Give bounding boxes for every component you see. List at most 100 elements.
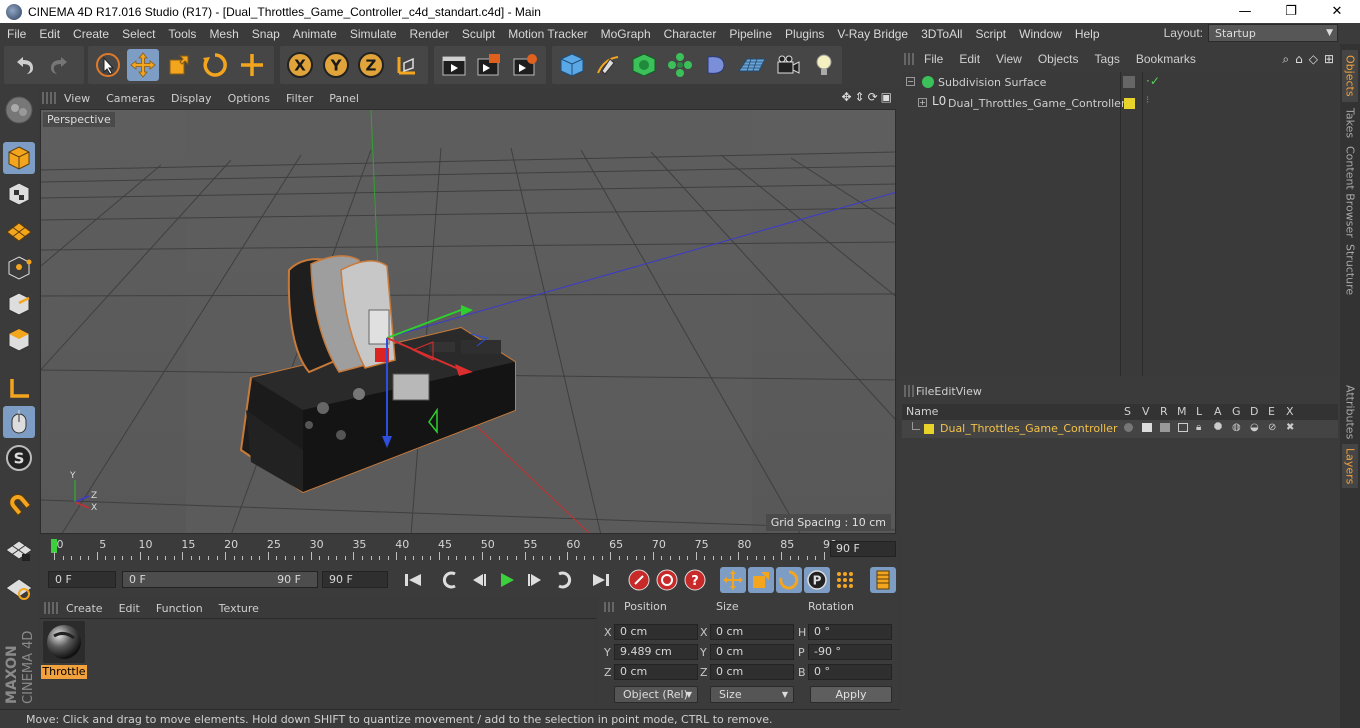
scale-tool-icon[interactable] xyxy=(163,49,195,81)
play-icon[interactable] xyxy=(494,567,520,593)
lock-icon[interactable]: 🔒︎ xyxy=(1196,422,1201,433)
rotation-b-field[interactable]: 0 ° xyxy=(808,664,892,680)
object-row-subdivision-surface[interactable]: − Subdivision Surface ·✓ xyxy=(902,74,1338,94)
rotate-tool-icon[interactable] xyxy=(199,49,231,81)
menu-vray-bridge[interactable]: V-Ray Bridge xyxy=(830,27,914,41)
add-object-transform-icon[interactable] xyxy=(236,49,268,81)
new-window-icon[interactable]: ⊞ xyxy=(1324,52,1334,67)
menu-script[interactable]: Script xyxy=(968,27,1012,41)
menu-mograph[interactable]: MoGraph xyxy=(594,27,657,41)
layer-menu-edit[interactable]: Edit xyxy=(934,385,955,398)
menu-snap[interactable]: Snap xyxy=(245,27,286,41)
key-parameter-icon[interactable]: P xyxy=(804,567,830,593)
edges-mode-icon[interactable] xyxy=(3,288,35,320)
layer-color-swatch[interactable] xyxy=(1124,98,1135,109)
menu-sculpt[interactable]: Sculpt xyxy=(455,27,501,41)
object-menu-objects[interactable]: Objects xyxy=(1030,52,1087,66)
viewport-menu-display[interactable]: Display xyxy=(163,92,220,105)
expand-icon[interactable]: + xyxy=(918,98,927,107)
deformer-toggle-icon[interactable]: ◒ xyxy=(1250,422,1259,433)
y-axis-lock-icon[interactable]: Y xyxy=(320,49,352,81)
size-mode-dropdown[interactable]: Size ▼ xyxy=(710,686,794,703)
record-active-objects-icon[interactable] xyxy=(626,567,652,593)
position-y-field[interactable]: 9.489 cm xyxy=(614,644,698,660)
layer-menu-view[interactable]: View xyxy=(956,385,982,398)
current-frame-field[interactable]: 0 F xyxy=(48,571,116,588)
checkmark-icon[interactable]: ·✓ xyxy=(1146,74,1160,88)
rotation-h-field[interactable]: 0 ° xyxy=(808,624,892,640)
layout-dropdown[interactable]: Startup ▼ xyxy=(1208,24,1338,42)
floor-icon[interactable] xyxy=(736,49,768,81)
workplane-axis-icon[interactable] xyxy=(3,572,35,604)
coordinate-mode-dropdown[interactable]: Object (Rel) ▼ xyxy=(614,686,698,703)
render-settings-icon[interactable] xyxy=(509,49,541,81)
xref-toggle-icon[interactable]: ✖ xyxy=(1286,422,1294,433)
key-position-icon[interactable] xyxy=(720,567,746,593)
key-scale-icon[interactable] xyxy=(748,567,774,593)
object-menu-file[interactable]: File xyxy=(916,52,951,66)
max-frame-field[interactable]: 90 F xyxy=(322,571,388,588)
close-button[interactable]: ✕ xyxy=(1314,0,1360,23)
next-key-icon[interactable] xyxy=(550,567,576,593)
undo-icon[interactable] xyxy=(8,49,40,81)
viewport-menu-panel[interactable]: Panel xyxy=(321,92,367,105)
apply-button[interactable]: Apply xyxy=(810,686,892,703)
points-mode-icon[interactable] xyxy=(3,252,35,284)
menu-character[interactable]: Character xyxy=(657,27,723,41)
light-icon[interactable] xyxy=(808,49,840,81)
menu-file[interactable]: File xyxy=(0,27,32,41)
make-editable-icon[interactable] xyxy=(3,94,35,126)
viewport-zoom-icon[interactable]: ⇕ xyxy=(855,90,865,104)
timeline-end-frame[interactable]: 90 F xyxy=(830,541,896,557)
autokeying-icon[interactable] xyxy=(654,567,680,593)
menu-create[interactable]: Create xyxy=(66,27,115,41)
workplane-grid-lock-icon[interactable] xyxy=(3,534,35,566)
size-z-field[interactable]: 0 cm xyxy=(710,664,794,680)
go-to-end-icon[interactable] xyxy=(588,567,614,593)
viewport-camera-label[interactable]: Perspective xyxy=(43,112,115,127)
menu-motion-tracker[interactable]: Motion Tracker xyxy=(501,27,593,41)
texture-mode-icon[interactable] xyxy=(3,178,35,210)
size-y-field[interactable]: 0 cm xyxy=(710,644,794,660)
menu-render[interactable]: Render xyxy=(403,27,455,41)
size-x-field[interactable]: 0 cm xyxy=(710,624,794,640)
animation-toggle-icon[interactable]: ⯃ xyxy=(1214,422,1222,433)
frame-range-slider[interactable]: 0 F 90 F xyxy=(122,571,318,588)
menu-select[interactable]: Select xyxy=(115,27,161,41)
pen-spline-icon[interactable] xyxy=(592,49,624,81)
workplane-mode-icon[interactable] xyxy=(3,214,35,246)
render-view-icon[interactable] xyxy=(438,49,470,81)
menu-simulate[interactable]: Simulate xyxy=(343,27,403,41)
tab-takes[interactable]: Takes xyxy=(1342,106,1358,140)
viewport-menu-filter[interactable]: Filter xyxy=(278,92,321,105)
layer-row-dual-throttles[interactable]: Dual_Throttles_Game_Controller 🔒︎ ⯃ ◍ ◒ … xyxy=(902,420,1338,438)
manager-toggle-icon[interactable] xyxy=(1178,423,1188,432)
material-menu-edit[interactable]: Edit xyxy=(111,602,148,615)
visible-eye-icon[interactable] xyxy=(1142,423,1152,432)
visibility-dots-icon[interactable]: ⁝ xyxy=(1146,95,1149,106)
maximize-button[interactable]: ❐ xyxy=(1268,0,1314,23)
menu-mesh[interactable]: Mesh xyxy=(202,27,244,41)
search-icon[interactable]: ⌕ xyxy=(1282,52,1289,67)
object-menu-tags[interactable]: Tags xyxy=(1087,52,1128,66)
render-toggle-icon[interactable] xyxy=(1160,423,1170,432)
menu-pipeline[interactable]: Pipeline xyxy=(722,27,778,41)
move-tool-icon[interactable] xyxy=(127,49,159,81)
previous-frame-icon[interactable] xyxy=(466,567,492,593)
timeline-ruler-bar[interactable]: 051015202530354045505560657075808590 90 … xyxy=(40,536,898,564)
layer-name[interactable]: Dual_Throttles_Game_Controller xyxy=(940,422,1117,435)
redo-icon[interactable] xyxy=(44,49,76,81)
rotation-p-field[interactable]: -90 ° xyxy=(808,644,892,660)
material-menu-texture[interactable]: Texture xyxy=(211,602,267,615)
tab-objects[interactable]: Objects xyxy=(1342,50,1358,102)
3d-viewport[interactable]: Y Z X Perspective Grid Spacing : 10 cm xyxy=(40,109,896,534)
layer-icon[interactable]: ◇ xyxy=(1309,52,1318,67)
go-to-start-icon[interactable] xyxy=(400,567,426,593)
material-throttle-label[interactable]: Throttle xyxy=(41,665,87,679)
viewport-menu-cameras[interactable]: Cameras xyxy=(98,92,163,105)
keyframe-selection-icon[interactable]: ? xyxy=(682,567,708,593)
polygons-mode-icon[interactable] xyxy=(3,324,35,356)
layer-color-swatch[interactable] xyxy=(924,424,934,434)
subdivision-surface-icon[interactable] xyxy=(628,49,660,81)
solo-toggle-icon[interactable] xyxy=(1124,423,1133,432)
